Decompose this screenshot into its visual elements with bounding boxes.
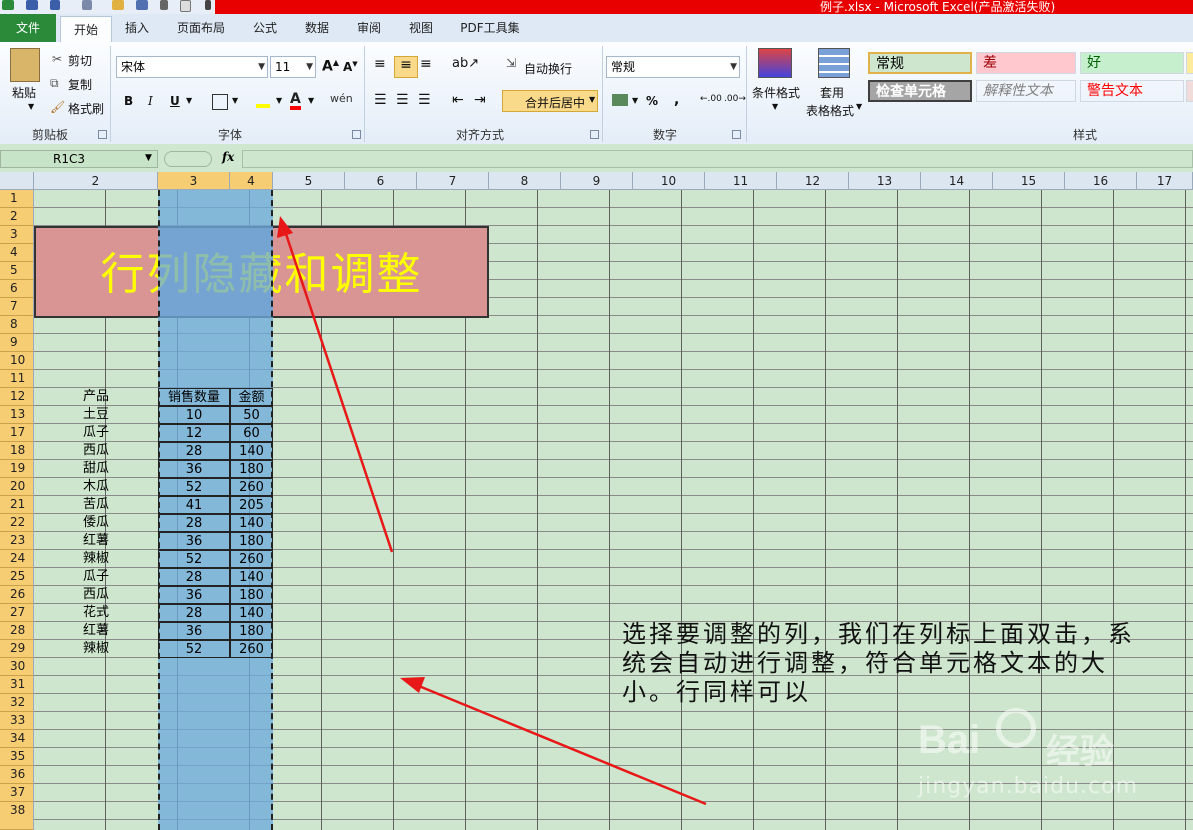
watermark-url: jingyan.baidu.com — [918, 774, 1139, 799]
arrow-to-column-header — [277, 216, 394, 553]
watermark-brand: Bai — [918, 718, 981, 762]
paw-icon — [996, 708, 1036, 748]
baidu-watermark: Bai 经验 jingyan.baidu.com — [918, 704, 1188, 814]
arrow-to-column-body — [400, 677, 707, 806]
watermark-brand2: 经验 — [1046, 732, 1114, 772]
